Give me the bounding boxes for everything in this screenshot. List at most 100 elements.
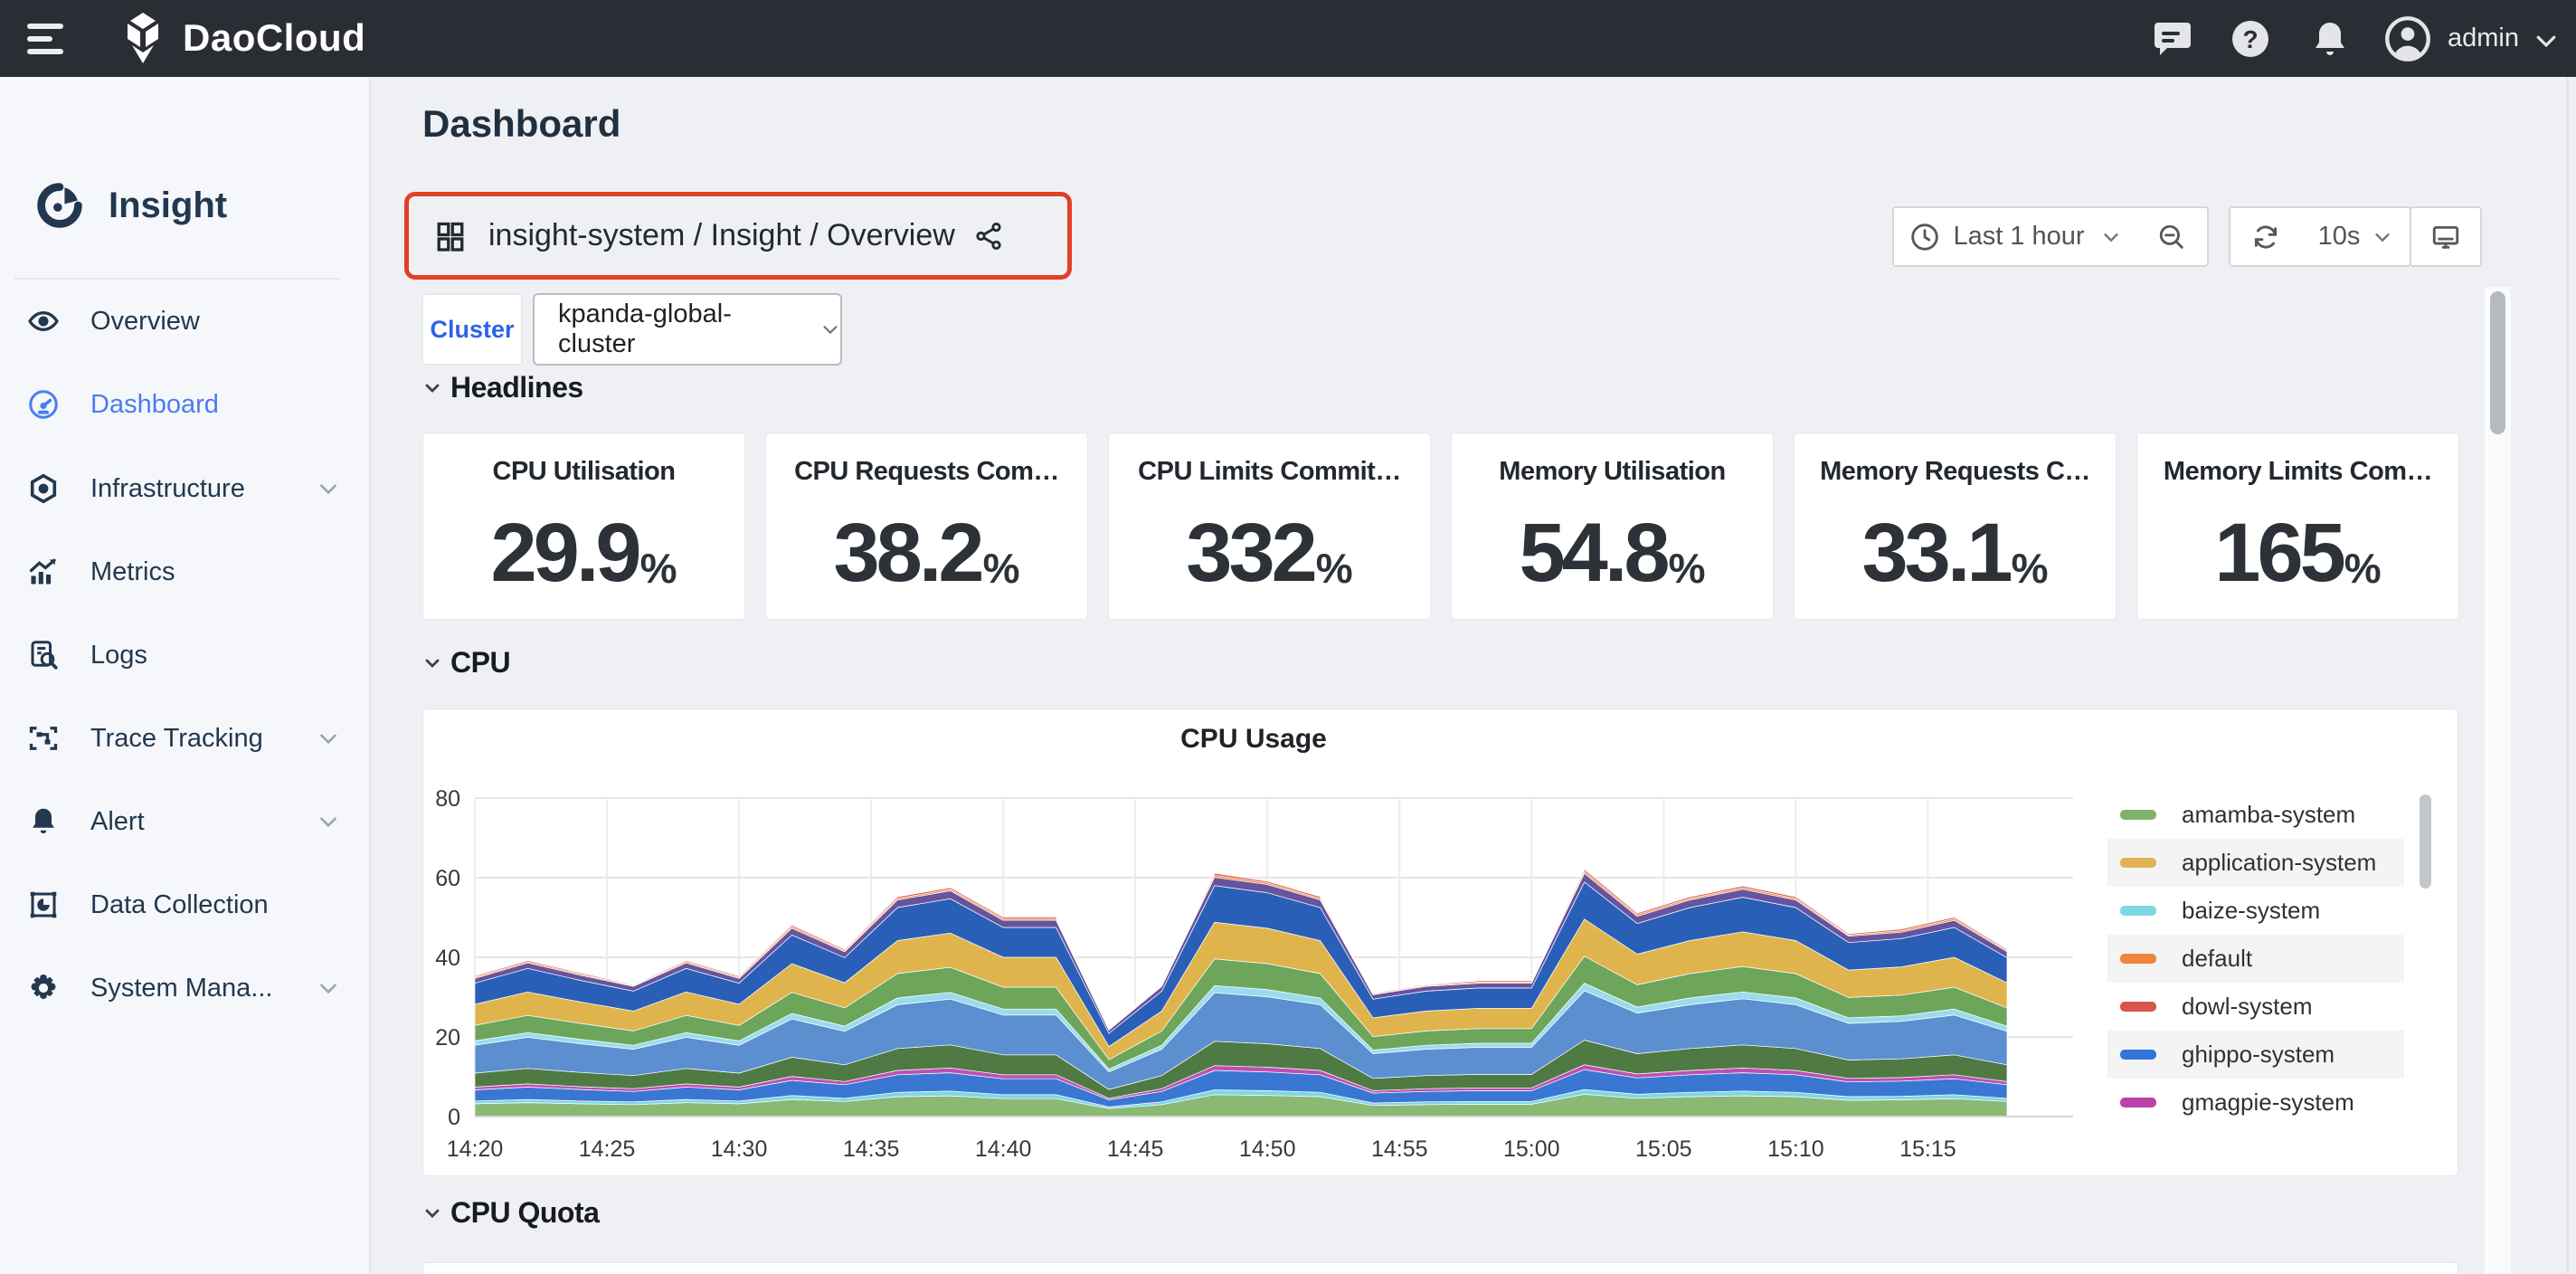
- legend-label: default: [2182, 945, 2252, 973]
- chevron-down-icon[interactable]: [317, 477, 340, 500]
- legend-label: amamba-system: [2182, 801, 2355, 829]
- chart-title: CPU Usage: [423, 724, 2084, 755]
- menu-toggle-icon[interactable]: [27, 22, 67, 56]
- legend-scrollbar[interactable]: [2420, 794, 2431, 889]
- zoom-out-icon: [2156, 222, 2187, 252]
- sidebar-item-system-management[interactable]: System Mana...: [0, 959, 371, 1017]
- sidebar-item-infrastructure[interactable]: Infrastructure: [0, 460, 371, 518]
- section-title: Headlines: [450, 371, 583, 404]
- stat-title: CPU Utilisation: [423, 457, 744, 487]
- cluster-filter-chip: Cluster: [421, 293, 523, 366]
- monitor-icon: [2430, 222, 2461, 252]
- collapse-chevron-icon: [421, 377, 443, 399]
- cluster-label: Cluster: [430, 316, 514, 344]
- chevron-down-icon[interactable]: [317, 976, 340, 1000]
- section-title: CPU: [450, 646, 510, 680]
- legend-color-chip: [2120, 1002, 2156, 1012]
- legend-color-chip: [2120, 906, 2156, 916]
- sidebar: Insight Overview Dashboard Infrastructur…: [0, 77, 371, 1274]
- section-title: CPU Quota: [450, 1196, 599, 1230]
- cpu-usage-chart[interactable]: 02040608014:2014:2514:3014:3514:4014:451…: [423, 709, 2092, 1177]
- chevron-down-icon[interactable]: [317, 810, 340, 833]
- sidebar-item-metrics[interactable]: Metrics: [0, 543, 371, 601]
- sidebar-item-label: Overview: [90, 307, 200, 337]
- help-icon[interactable]: ?: [2229, 17, 2272, 61]
- user-avatar[interactable]: [2384, 15, 2431, 62]
- zoom-out-button[interactable]: [2136, 206, 2209, 267]
- chart-legend: amamba-system application-system baize-s…: [2107, 791, 2404, 1127]
- hexagon-icon: [27, 472, 60, 505]
- time-range-label: Last 1 hour: [1953, 222, 2084, 252]
- legend-item[interactable]: default: [2107, 935, 2404, 983]
- stat-title: Memory Utilisation: [1452, 457, 1773, 487]
- sidebar-item-label: Alert: [90, 807, 145, 837]
- sidebar-item-label: Metrics: [90, 557, 175, 587]
- legend-item[interactable]: dowl-system: [2107, 983, 2404, 1031]
- svg-text:15:00: 15:00: [1503, 1136, 1560, 1162]
- dashboard-breadcrumb-annotated[interactable]: insight-system / Insight / Overview: [404, 192, 1072, 280]
- legend-color-chip: [2120, 810, 2156, 820]
- refresh-button[interactable]: [2229, 206, 2303, 267]
- breadcrumb[interactable]: insight-system / Insight / Overview: [488, 218, 955, 253]
- cluster-select[interactable]: kpanda-global-cluster: [533, 293, 842, 366]
- legend-color-chip: [2120, 1050, 2156, 1060]
- svg-text:40: 40: [435, 946, 460, 971]
- sidebar-divider: [14, 278, 340, 280]
- stat-card-memory-requests: Memory Requests C… 33.1%: [1794, 433, 2117, 620]
- sidebar-item-label: Trace Tracking: [90, 724, 263, 754]
- stat-title: Memory Requests C…: [1795, 457, 2116, 487]
- insight-product[interactable]: Insight: [36, 182, 227, 229]
- sidebar-item-logs[interactable]: Logs: [0, 626, 371, 684]
- svg-text:15:10: 15:10: [1767, 1136, 1824, 1162]
- insight-pie-icon: [36, 182, 83, 229]
- svg-text:?: ?: [2242, 25, 2258, 53]
- share-icon[interactable]: [973, 221, 1004, 252]
- svg-text:14:55: 14:55: [1371, 1136, 1428, 1162]
- legend-label: baize-system: [2182, 897, 2320, 925]
- section-headlines[interactable]: Headlines: [421, 371, 583, 404]
- sidebar-item-overview[interactable]: Overview: [0, 292, 371, 350]
- svg-text:0: 0: [448, 1105, 460, 1130]
- legend-item[interactable]: ghippo-system: [2107, 1031, 2404, 1079]
- legend-color-chip: [2120, 954, 2156, 964]
- sidebar-item-trace-tracking[interactable]: Trace Tracking: [0, 709, 371, 767]
- svg-text:14:40: 14:40: [975, 1136, 1032, 1162]
- refresh-interval-picker[interactable]: 10s: [2301, 206, 2411, 267]
- sidebar-item-data-collection[interactable]: Data Collection: [0, 876, 371, 934]
- section-cpu-quota[interactable]: CPU Quota: [421, 1196, 599, 1230]
- cpu-usage-panel: CPU Usage 02040608014:2014:2514:3014:351…: [422, 708, 2458, 1176]
- page-title: Dashboard: [422, 102, 620, 146]
- alert-bell-icon: [27, 805, 60, 838]
- svg-text:15:15: 15:15: [1899, 1136, 1956, 1162]
- stat-value: 33.1%: [1795, 499, 2116, 607]
- chevron-down-icon[interactable]: [317, 727, 340, 750]
- tv-mode-button[interactable]: [2410, 206, 2482, 267]
- legend-item[interactable]: baize-system: [2107, 887, 2404, 935]
- stat-value: 332%: [1109, 499, 1430, 607]
- daocloud-logo[interactable]: DaoCloud: [116, 11, 365, 65]
- feedback-icon[interactable]: [2151, 17, 2194, 61]
- legend-item[interactable]: gmagpie-system: [2107, 1079, 2404, 1127]
- refresh-interval-label: 10s: [2318, 222, 2361, 252]
- clock-icon: [1909, 222, 1940, 252]
- legend-label: gmagpie-system: [2182, 1089, 2354, 1117]
- legend-item[interactable]: application-system: [2107, 839, 2404, 887]
- legend-item[interactable]: amamba-system: [2107, 791, 2404, 839]
- svg-text:14:35: 14:35: [843, 1136, 900, 1162]
- user-menu-chevron-icon[interactable]: [2533, 27, 2560, 54]
- username-label[interactable]: admin: [2448, 0, 2519, 77]
- dashboard-gauge-icon: [27, 388, 60, 421]
- sidebar-item-label: Data Collection: [90, 890, 269, 920]
- chevron-down-icon: [2372, 227, 2392, 247]
- collapse-chevron-icon: [421, 1203, 443, 1224]
- svg-text:14:25: 14:25: [579, 1136, 636, 1162]
- svg-text:14:20: 14:20: [447, 1136, 504, 1162]
- section-cpu[interactable]: CPU: [421, 646, 510, 680]
- time-range-picker[interactable]: Last 1 hour: [1892, 206, 2138, 267]
- page-scrollbar-track[interactable]: [2485, 287, 2511, 1274]
- sidebar-item-alert[interactable]: Alert: [0, 793, 371, 851]
- page-scrollbar-thumb[interactable]: [2490, 291, 2505, 434]
- data-collection-icon: [27, 889, 60, 921]
- notifications-bell-icon[interactable]: [2308, 17, 2352, 61]
- sidebar-item-dashboard[interactable]: Dashboard: [0, 376, 371, 433]
